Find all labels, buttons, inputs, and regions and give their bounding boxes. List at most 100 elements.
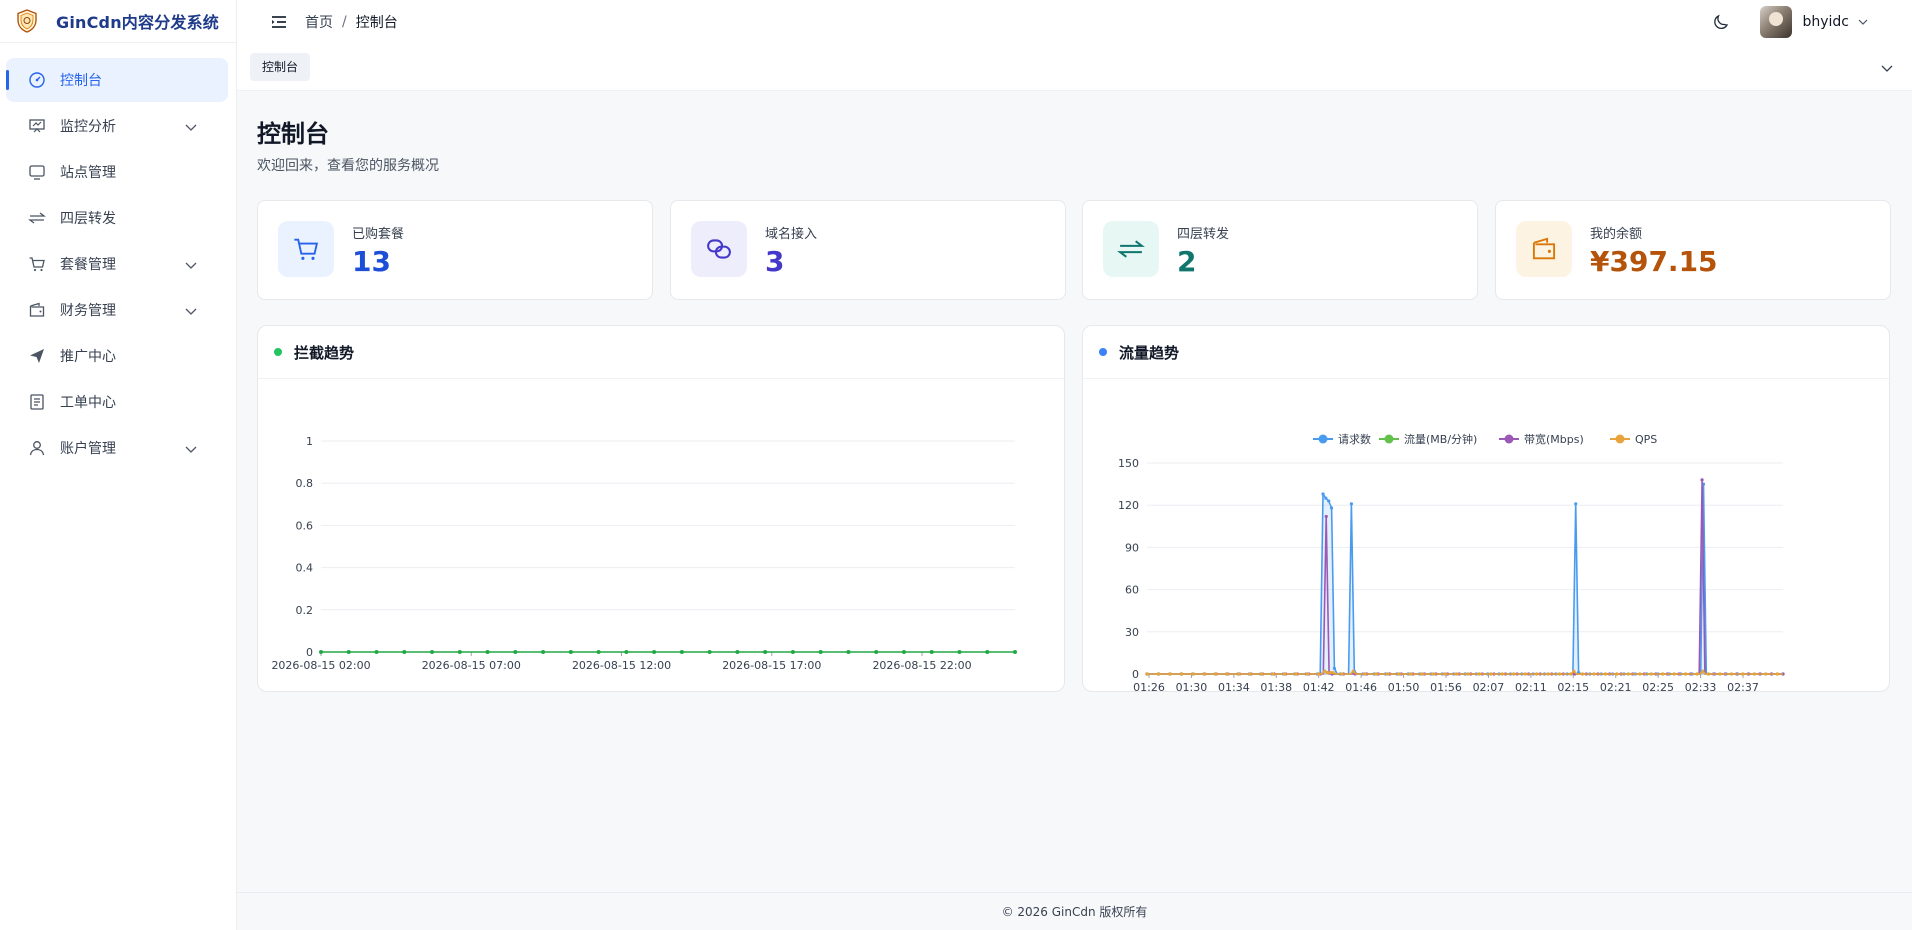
chevron-down-icon[interactable] xyxy=(1857,16,1869,28)
moon-icon[interactable] xyxy=(1712,13,1730,31)
sidebar-item-tickets[interactable]: 工单中心 xyxy=(6,380,228,424)
data-point xyxy=(763,650,768,654)
chart-title-dot xyxy=(274,348,282,356)
chart-legend[interactable]: 请求数 流量(MB/分钟) 带宽(Mbps) QPS xyxy=(1313,432,1657,446)
series-line xyxy=(1147,479,1783,675)
chevron-down-icon[interactable] xyxy=(184,442,198,456)
cart-icon xyxy=(29,257,45,272)
sidebar-item-finance[interactable]: 财务管理 xyxy=(6,288,228,332)
chevron-down-icon[interactable] xyxy=(184,304,198,318)
data-point xyxy=(874,650,879,654)
tab-dashboard[interactable]: 控制台 xyxy=(250,53,311,81)
data-point xyxy=(1500,672,1504,676)
traffic-trend-chart[interactable]: 0 30 60 90 120 150 01:26 01:30 01:34 01:38 01:42 01… xyxy=(1083,379,1889,691)
data-point xyxy=(1615,672,1619,676)
page-title: 控制台 xyxy=(257,120,329,148)
data-point xyxy=(735,650,740,654)
data-point xyxy=(1324,496,1328,500)
data-point xyxy=(1535,672,1539,676)
legend-label: 请求数 xyxy=(1338,433,1371,446)
data-point xyxy=(1325,670,1330,675)
shield-logo-icon xyxy=(17,9,37,33)
y-tick-label: 0.4 xyxy=(296,562,314,575)
brand[interactable]: GinCdn内容分发系统 xyxy=(0,0,236,43)
sidebar-item-monitoring[interactable]: 监控分析 xyxy=(6,104,228,148)
data-point xyxy=(1328,670,1332,675)
intercept-trend-chart[interactable]: 0 0.2 0.4 0.6 0.8 1 2026-08-15 02:00 2026-08-15… xyxy=(258,379,1064,691)
top-header: 首页 / 控制台 bhyidc xyxy=(237,0,1912,43)
sidebar-item-packages[interactable]: 套餐管理 xyxy=(6,242,228,286)
data-point xyxy=(1466,672,1470,676)
data-point xyxy=(1305,672,1310,676)
sidebar-item-label: 账户管理 xyxy=(60,441,116,457)
data-point xyxy=(1764,672,1768,676)
y-tick-label: 120 xyxy=(1118,499,1139,512)
y-tick-label: 0 xyxy=(1132,668,1139,681)
monitor-analysis-icon xyxy=(29,119,45,133)
stat-icon-box xyxy=(278,221,334,277)
x-tick-label: 2026-08-15 17:00 xyxy=(722,659,821,672)
data-point xyxy=(1237,672,1241,676)
data-point xyxy=(1191,672,1195,676)
avatar[interactable] xyxy=(1760,5,1793,38)
username[interactable]: bhyidc xyxy=(1802,14,1849,30)
data-point xyxy=(1443,672,1447,676)
data-point xyxy=(1145,672,1149,676)
legend-swatch-dot xyxy=(1318,434,1328,444)
data-point xyxy=(1374,672,1378,676)
stat-label: 四层转发 xyxy=(1177,227,1230,242)
sidebar-item-l4-forward[interactable]: 四层转发 xyxy=(6,196,228,240)
sidebar-item-sites[interactable]: 站点管理 xyxy=(6,150,228,194)
sidebar-item-label: 推广中心 xyxy=(60,349,116,365)
data-point xyxy=(624,650,629,654)
sidebar-item-promotion[interactable]: 推广中心 xyxy=(6,334,228,378)
x-tick-label: 02:25 xyxy=(1642,681,1674,691)
swap-arrows-icon xyxy=(1117,240,1145,258)
x-tick-label: 02:21 xyxy=(1600,681,1632,691)
monitor-icon xyxy=(29,165,45,180)
x-tick-label: 02:37 xyxy=(1727,681,1759,691)
data-point xyxy=(485,650,490,654)
stat-card-balance: 我的余额 ¥397.15 xyxy=(1495,200,1891,300)
data-point xyxy=(707,650,712,654)
data-point xyxy=(1329,506,1334,510)
data-point xyxy=(1321,492,1325,496)
sidebar-item-account[interactable]: 账户管理 xyxy=(6,426,228,470)
x-tick-label: 01:34 xyxy=(1218,681,1250,691)
brand-title: GinCdn内容分发系统 xyxy=(56,13,219,32)
x-tick-label: 01:42 xyxy=(1303,681,1335,691)
y-tick-label: 0.8 xyxy=(296,477,314,490)
sidebar-item-dashboard[interactable]: 控制台 xyxy=(6,58,228,102)
data-point xyxy=(568,650,573,654)
data-point xyxy=(1324,514,1328,519)
data-point xyxy=(652,650,657,654)
data-point xyxy=(1408,672,1413,676)
data-point xyxy=(1557,672,1562,676)
data-point xyxy=(846,650,851,654)
chart-title-dot xyxy=(1099,348,1107,356)
breadcrumb-home[interactable]: 首页 xyxy=(305,12,333,32)
data-point xyxy=(1294,672,1298,676)
wallet-icon xyxy=(1532,237,1556,260)
chevron-down-icon[interactable] xyxy=(1880,61,1894,75)
user-icon xyxy=(29,441,45,456)
data-point xyxy=(596,650,601,654)
chart-title: 拦截趋势 xyxy=(294,343,355,362)
chart-header: 流量趋势 xyxy=(1083,326,1889,379)
sidebar-item-label: 套餐管理 xyxy=(60,257,116,273)
series-line xyxy=(1147,483,1783,675)
menu-fold-icon[interactable] xyxy=(269,12,289,32)
sidebar-item-label: 站点管理 xyxy=(60,165,116,181)
data-point xyxy=(1397,672,1401,676)
link-icon xyxy=(707,239,731,259)
data-point xyxy=(901,650,906,654)
y-tick-label: 0 xyxy=(306,646,313,659)
data-point xyxy=(1282,672,1287,676)
breadcrumb-current: 控制台 xyxy=(355,14,398,31)
x-tick-label: 01:26 xyxy=(1133,681,1165,691)
chevron-down-icon[interactable] xyxy=(184,258,198,272)
legend-label: 带宽(Mbps) xyxy=(1524,432,1584,446)
stat-value: 13 xyxy=(352,245,391,278)
data-point xyxy=(374,650,379,654)
chevron-down-icon[interactable] xyxy=(184,120,198,134)
